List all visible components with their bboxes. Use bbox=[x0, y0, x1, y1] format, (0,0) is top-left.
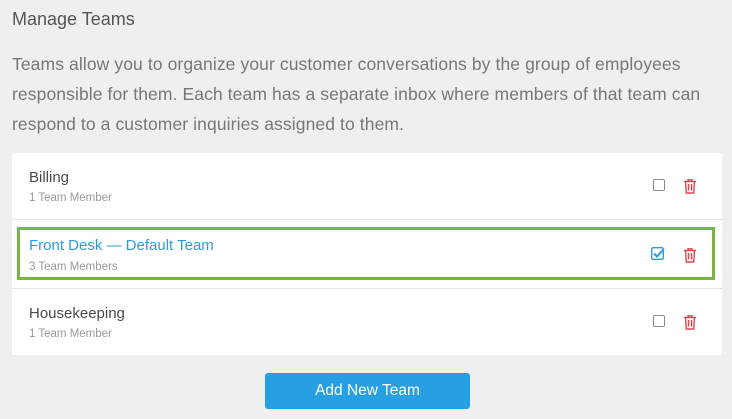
add-new-team-button[interactable]: Add New Team bbox=[265, 373, 470, 409]
team-member-count: 1 Team Member bbox=[29, 192, 112, 204]
team-name: Billing bbox=[29, 169, 70, 186]
team-member-count: 1 Team Member bbox=[29, 328, 112, 340]
team-row-front-desk[interactable]: Front Desk — Default Team 3 Team Members bbox=[12, 220, 722, 287]
team-checkbox[interactable] bbox=[653, 179, 665, 191]
team-row-housekeeping[interactable]: Housekeeping 1 Team Member bbox=[12, 288, 722, 355]
trash-icon[interactable] bbox=[683, 247, 697, 263]
trash-icon[interactable] bbox=[683, 314, 697, 330]
team-list: Billing 1 Team Member Front Desk — Defau… bbox=[12, 153, 722, 355]
page-title: Manage Teams bbox=[12, 9, 135, 29]
team-name: Front Desk — Default Team bbox=[29, 237, 214, 254]
team-checkbox[interactable] bbox=[653, 315, 665, 327]
team-row-billing[interactable]: Billing 1 Team Member bbox=[12, 153, 722, 220]
page-description: Teams allow you to organize your custome… bbox=[12, 54, 701, 134]
team-member-count: 3 Team Members bbox=[29, 261, 118, 273]
team-name: Housekeeping bbox=[29, 305, 125, 322]
trash-icon[interactable] bbox=[683, 178, 697, 194]
checkbox-checked-icon[interactable] bbox=[651, 247, 665, 261]
